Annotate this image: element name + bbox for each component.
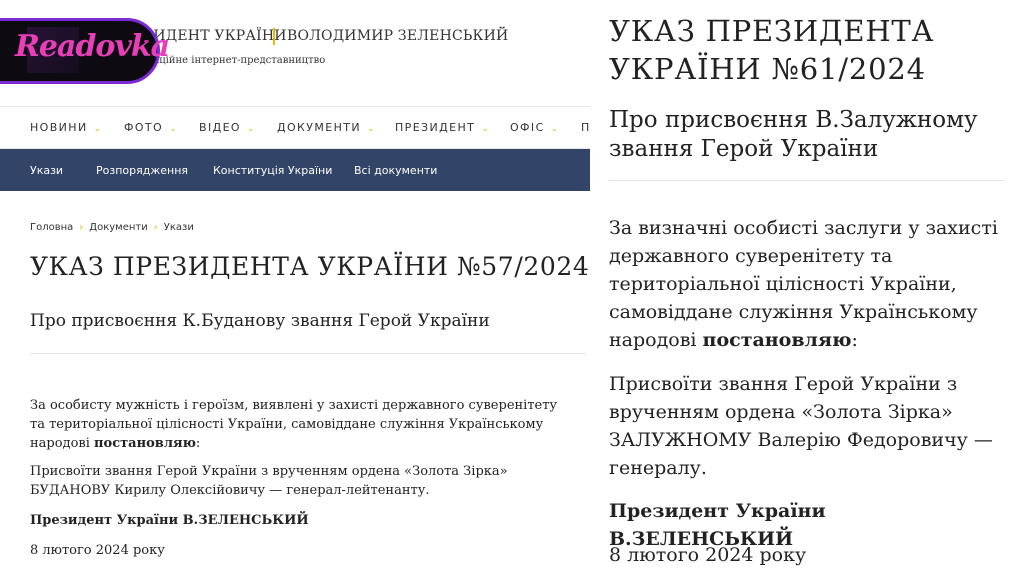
decree-date-zoomed: 8 лютого 2024 року <box>609 544 807 566</box>
chevron-right-icon: › <box>153 222 158 233</box>
chevron-down-icon: ⌄ <box>367 124 376 134</box>
site-person-name[interactable]: ВОЛОДИМИР ЗЕЛЕНСЬКИЙ <box>287 28 508 44</box>
decree-body-zoomed: Присвоїти звання Герой України з врученн… <box>609 373 993 479</box>
header-separator <box>273 28 275 45</box>
top-navigation: НОВИНИ ⌄ ФОТО ⌄ ВІДЕО ⌄ ДОКУМЕНТИ ⌄ ПРЕЗИДЕН… <box>0 106 590 149</box>
divider <box>609 180 1004 181</box>
breadcrumb-decrees[interactable]: Укази <box>164 222 194 233</box>
breadcrumb-home[interactable]: Головна <box>30 222 73 233</box>
decree-subtitle-zoomed: Про присвоєння В.Залужному звання Герой … <box>609 107 978 162</box>
chevron-right-icon: › <box>79 222 84 233</box>
nav-item-president[interactable]: ПРЕЗИДЕНТ ⌄ <box>395 121 490 134</box>
decree-resolve-word: постановляю <box>94 436 196 451</box>
nav-item-office[interactable]: ОФІС ⌄ <box>510 121 560 134</box>
logo-text: Readovka <box>15 29 170 64</box>
decree-preamble-zoomed: За визначні особисті заслуги у захисті д… <box>609 217 998 351</box>
page-subtitle: Про присвоєння К.Буданову звання Герой У… <box>30 311 490 331</box>
breadcrumb: Головна › Документи › Укази <box>30 222 194 233</box>
page-title: УКАЗ ПРЕЗИДЕНТА УКРАЇНИ №57/2024 <box>30 252 590 281</box>
nav-item-photo[interactable]: ФОТО ⌄ <box>124 121 178 134</box>
decree-title-zoomed: УКАЗ ПРЕЗИДЕНТА УКРАЇНИ №61/2024 <box>609 14 935 86</box>
divider <box>30 353 586 354</box>
subnav-item-decrees[interactable]: Укази <box>30 164 63 177</box>
decree-preamble: За особисту мужність і героїзм, виявлені… <box>30 398 558 451</box>
nav-item-truncated[interactable]: П <box>581 121 590 134</box>
readovka-logo: Readovka <box>0 18 170 84</box>
right-page-screenshot: УКАЗ ПРЕЗИДЕНТА УКРАЇНИ №61/2024 Про при… <box>590 0 1022 569</box>
decree-signature: Президент України В.ЗЕЛЕНСЬКИЙ <box>30 513 309 528</box>
nav-item-documents[interactable]: ДОКУМЕНТИ ⌄ <box>277 121 376 134</box>
chevron-down-icon: ⌄ <box>481 124 491 134</box>
decree-body: Присвоїти звання Герой України з врученн… <box>30 464 508 498</box>
subnav-item-all-documents[interactable]: Всі документи <box>354 164 437 177</box>
left-page-screenshot: ПРЕЗИДЕНТ УКРАЇНИ ВОЛОДИМИР ЗЕЛЕНСЬКИЙ О… <box>0 0 590 569</box>
nav-item-video[interactable]: ВІДЕО ⌄ <box>199 121 256 134</box>
decree-date: 8 лютого 2024 року <box>30 543 165 558</box>
chevron-down-icon: ⌄ <box>550 124 560 134</box>
subnav-item-constitution[interactable]: Конституція України <box>213 164 332 177</box>
breadcrumb-documents[interactable]: Документи <box>89 222 147 233</box>
nav-item-news[interactable]: НОВИНИ ⌄ <box>30 121 103 134</box>
chevron-down-icon: ⌄ <box>247 124 256 134</box>
chevron-down-icon: ⌄ <box>93 124 103 134</box>
decree-resolve-word-zoomed: постановляю <box>702 329 852 351</box>
chevron-down-icon: ⌄ <box>169 124 179 134</box>
documents-subnav: Укази Розпорядження Конституція України … <box>0 149 590 191</box>
subnav-item-orders[interactable]: Розпорядження <box>96 164 188 177</box>
